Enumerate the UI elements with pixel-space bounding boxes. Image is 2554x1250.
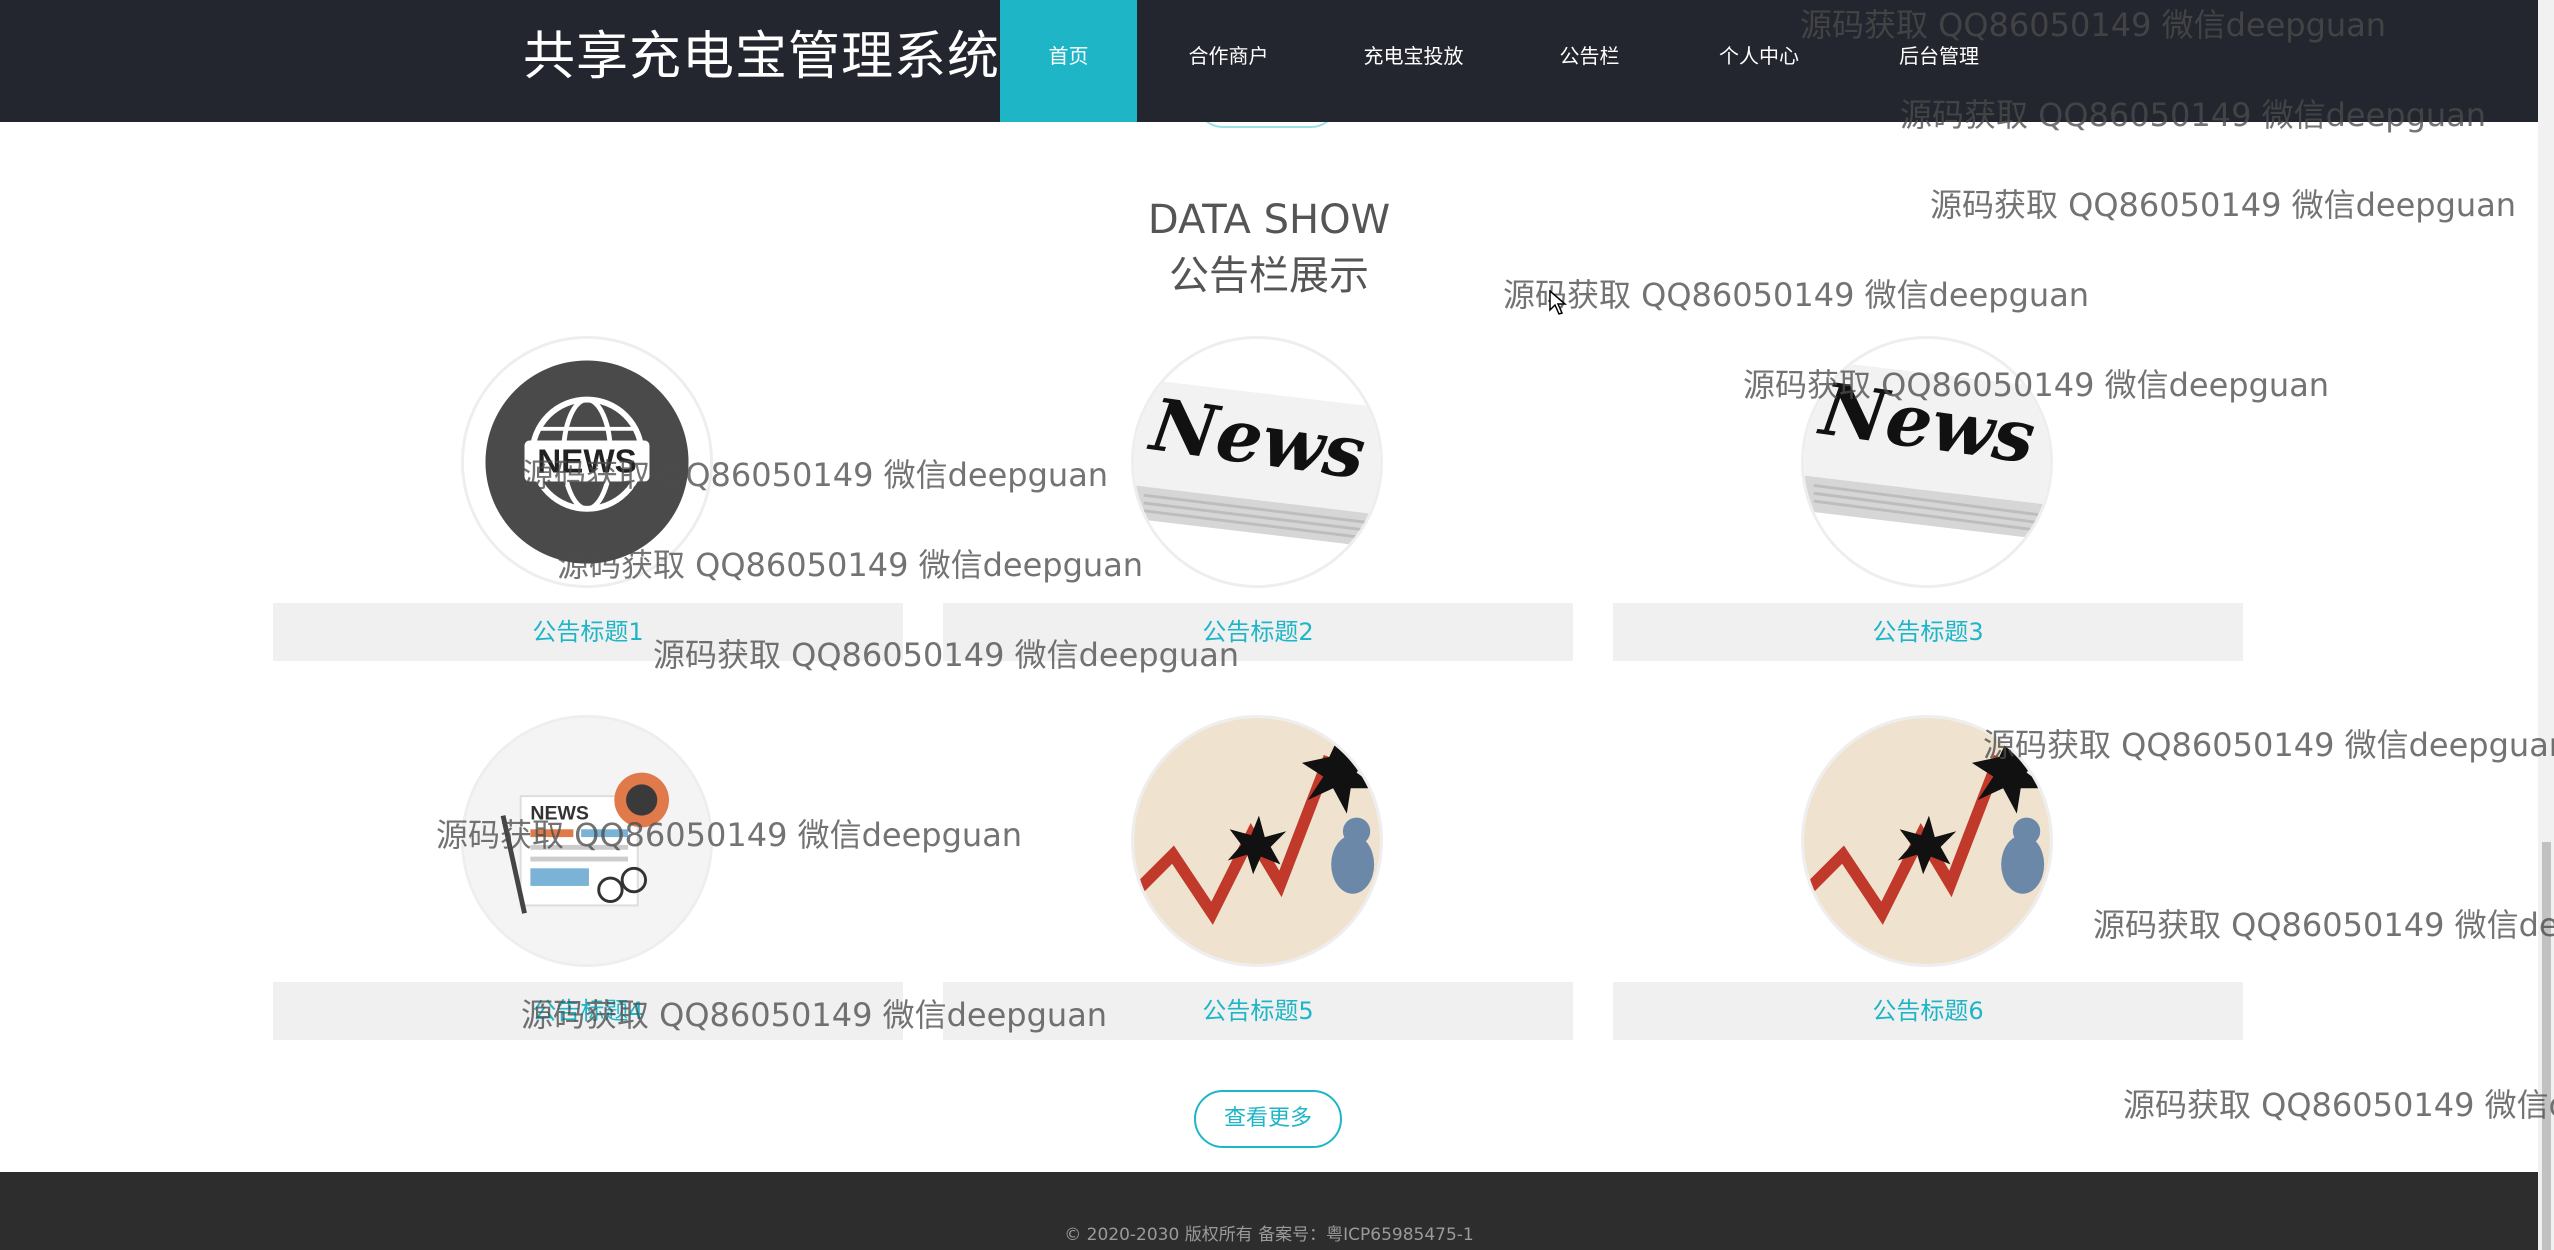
notice-card[interactable]: NEWS 公告标题1: [273, 336, 903, 666]
nav-item-admin[interactable]: 后台管理: [1846, 0, 2032, 122]
nav-item-powerbank-deploy[interactable]: 充电宝投放: [1320, 0, 1507, 122]
footer-copyright: © 2020-2030 版权所有 备案号：粤ICP65985475-1: [1064, 1225, 1474, 1245]
page-footer: © 2020-2030 版权所有 备案号：粤ICP65985475-1: [0, 1172, 2538, 1250]
news-desk-icon[interactable]: NEWS: [461, 715, 713, 967]
vertical-scrollbar[interactable]: [2538, 0, 2554, 1250]
svg-text:NEWS: NEWS: [530, 803, 589, 825]
nav-item-merchants[interactable]: 合作商户: [1137, 0, 1320, 122]
mouse-cursor-icon: [1549, 290, 1567, 315]
newspaper-icon[interactable]: News: [1131, 336, 1383, 588]
notice-title[interactable]: 公告标题4: [273, 982, 903, 1040]
main-nav: 首页 合作商户 充电宝投放 公告栏 个人中心 后台管理: [1000, 0, 2032, 122]
notice-card[interactable]: NEWS 公告标题4: [273, 715, 903, 1045]
section-title-zh: 公告栏展示: [1169, 253, 1369, 299]
notice-card[interactable]: 公告标题5: [943, 715, 1573, 1045]
site-brand-title[interactable]: 共享充电宝管理系统: [523, 0, 1000, 118]
nav-item-personal-center[interactable]: 个人中心: [1672, 0, 1846, 122]
notice-title[interactable]: 公告标题5: [943, 982, 1573, 1040]
notice-card[interactable]: News 公告标题2: [943, 336, 1573, 666]
top-navigation-bar: 共享充电宝管理系统 首页 合作商户 充电宝投放 公告栏 个人中心 后台管理: [0, 0, 2538, 122]
nav-item-home[interactable]: 首页: [1000, 0, 1137, 122]
news-globe-icon[interactable]: NEWS: [461, 336, 713, 588]
nav-item-notice-board[interactable]: 公告栏: [1507, 0, 1672, 122]
watermark-text: 源码获取 QQ86050149 微信de: [2123, 1086, 2554, 1124]
view-more-button[interactable]: 查看更多: [1194, 1090, 1342, 1148]
scrollbar-thumb[interactable]: [2542, 842, 2551, 1250]
notice-title[interactable]: 公告标题6: [1613, 982, 2243, 1040]
section-heading: DATA SHOW 公告栏展示: [0, 192, 2538, 304]
section-title-en: DATA SHOW: [1147, 197, 1391, 243]
notice-card[interactable]: 公告标题6: [1613, 715, 2243, 1045]
notice-title[interactable]: 公告标题1: [273, 603, 903, 661]
newspaper-icon[interactable]: News: [1801, 336, 2053, 588]
stock-crash-chart-icon[interactable]: [1131, 715, 1383, 967]
notice-title[interactable]: 公告标题2: [943, 603, 1573, 661]
stock-crash-chart-icon[interactable]: [1801, 715, 2053, 967]
notice-title[interactable]: 公告标题3: [1613, 603, 2243, 661]
notice-card[interactable]: News 公告标题3: [1613, 336, 2243, 666]
svg-text:NEWS: NEWS: [537, 444, 637, 481]
